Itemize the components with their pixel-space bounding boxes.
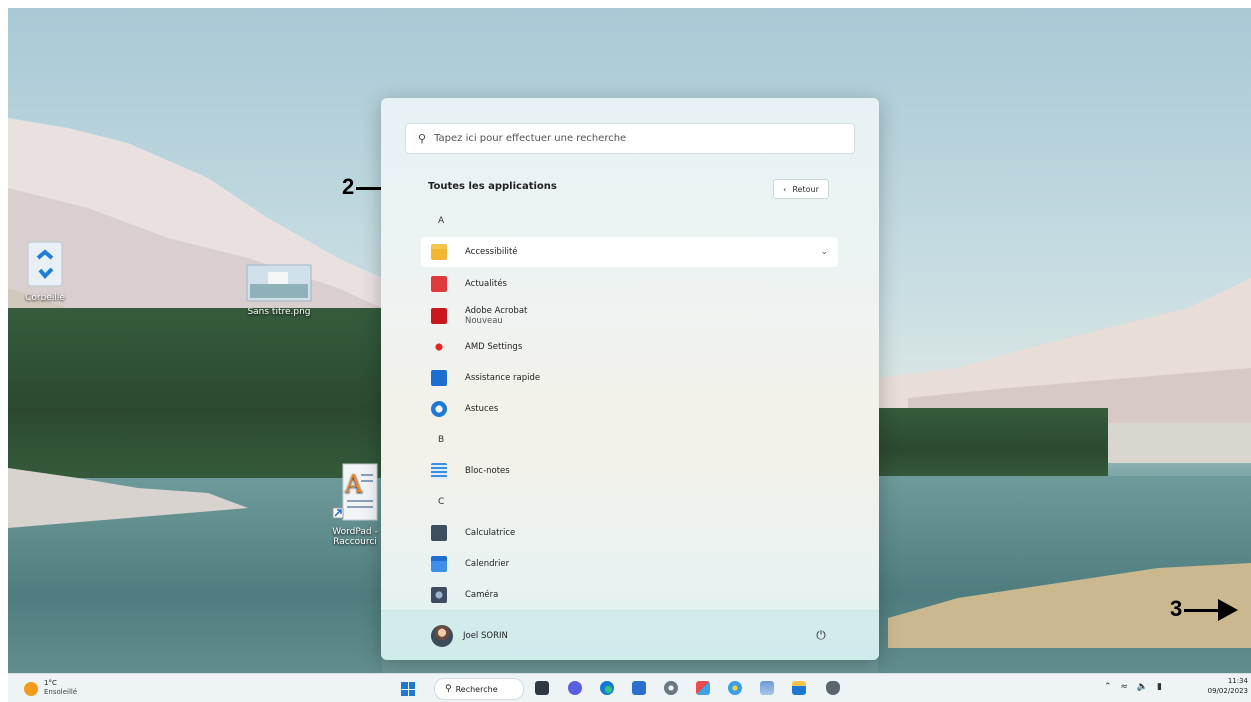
app-title: Adobe Acrobat xyxy=(465,306,528,316)
news-icon xyxy=(431,276,447,292)
app-name: Astuces xyxy=(465,404,499,414)
wifi-icon[interactable]: ≈ xyxy=(1120,682,1131,692)
recycle-bin-icon xyxy=(27,241,63,287)
app-item-bloc-notes[interactable]: Bloc-notes xyxy=(421,456,838,486)
app-subtitle: Nouveau xyxy=(465,316,503,326)
weather-temp[interactable]: 1°C xyxy=(44,679,57,687)
search-label: Recherche xyxy=(455,684,498,694)
camera-icon xyxy=(431,587,447,603)
tips-icon xyxy=(431,401,447,417)
search-icon: ⚲ xyxy=(418,132,427,145)
app-name: Calculatrice xyxy=(465,528,516,538)
app-name: Adobe Acrobat Nouveau xyxy=(465,306,527,326)
file-explorer-icon[interactable] xyxy=(792,681,806,695)
chevron-left-icon: ‹ xyxy=(783,184,787,194)
app-item-astuces[interactable]: Astuces xyxy=(421,394,838,424)
power-icon[interactable]: ⏻ xyxy=(813,627,829,643)
app-name: Assistance rapide xyxy=(465,373,541,383)
section-letter-c[interactable]: C xyxy=(438,497,444,507)
app-item-adobe-acrobat[interactable]: Adobe Acrobat Nouveau xyxy=(421,301,838,331)
volume-icon[interactable]: 🔈 xyxy=(1137,682,1151,692)
clock-time[interactable]: 11:34 xyxy=(1220,677,1248,685)
search-placeholder: Tapez ici pour effectuer une recherche xyxy=(434,133,627,144)
annotation-arrow-3: 3 xyxy=(1170,596,1239,622)
edge-browser-icon[interactable] xyxy=(600,681,614,695)
calendar-icon xyxy=(431,556,447,572)
microsoft-store-icon[interactable] xyxy=(632,681,646,695)
amd-icon xyxy=(431,339,447,355)
user-bar: Joel SORIN ⏻ xyxy=(381,610,879,660)
quick-assist-icon xyxy=(431,370,447,386)
annotation-number: 2 xyxy=(342,174,355,199)
weather-desc[interactable]: Ensoleillé xyxy=(44,688,77,696)
chevron-up-icon[interactable]: ⌃ xyxy=(1104,682,1115,692)
desktop-icon-label: Sans titre.png xyxy=(247,307,311,317)
start-search-input[interactable]: ⚲ Tapez ici pour effectuer une recherche xyxy=(405,123,855,154)
app-name: AMD Settings xyxy=(465,342,523,352)
app-item-camera[interactable]: Caméra xyxy=(421,580,838,610)
app-item-assistance-rapide[interactable]: Assistance rapide xyxy=(421,363,838,393)
desktop-icon-png[interactable]: Sans titre.png xyxy=(244,264,314,317)
app-name: Accessibilité xyxy=(465,247,518,257)
svg-text:A: A xyxy=(344,470,363,498)
app-item-calendrier[interactable]: Calendrier xyxy=(421,549,838,579)
desktop-icon-label: Corbeille xyxy=(25,293,65,303)
section-letter-a[interactable]: A xyxy=(438,216,444,226)
calculator-icon xyxy=(431,525,447,541)
annotation-number: 3 xyxy=(1170,596,1183,621)
folder-icon xyxy=(431,244,447,260)
wordpad-icon: A xyxy=(332,463,378,521)
system-tray[interactable]: ⌃ ≈ 🔈 ▮ xyxy=(1104,682,1165,692)
app-name: Bloc-notes xyxy=(465,466,510,476)
start-menu: ⚲ Tapez ici pour effectuer une recherche… xyxy=(381,98,879,660)
battery-icon[interactable]: ▮ xyxy=(1157,682,1165,692)
taskbar-search-button[interactable]: ⚲ Recherche xyxy=(434,678,524,700)
search-icon: ⚲ xyxy=(445,684,452,694)
app-item-amd-settings[interactable]: AMD Settings xyxy=(421,332,838,362)
notepad-icon xyxy=(431,463,447,479)
desktop-icon-label: WordPad - Raccourci xyxy=(332,527,378,547)
app-item-calculatrice[interactable]: Calculatrice xyxy=(421,518,838,548)
teams-chat-icon[interactable] xyxy=(568,681,582,695)
taskbar: 1°C Ensoleillé ⚲ Recherche ⌃ ≈ 🔈 ▮ 11:34… xyxy=(8,673,1251,702)
section-letter-b[interactable]: B xyxy=(438,435,444,445)
back-label: Retour xyxy=(792,184,819,194)
snipping-tool-icon[interactable] xyxy=(696,681,710,695)
sun-icon[interactable] xyxy=(24,682,38,696)
user-name[interactable]: Joel SORIN xyxy=(463,631,508,641)
app-name: Actualités xyxy=(465,279,507,289)
clock-date[interactable]: 09/02/2023 xyxy=(1188,687,1248,695)
all-apps-title: Toutes les applications xyxy=(428,181,557,192)
app-item-actualites[interactable]: Actualités xyxy=(421,269,838,299)
paint-icon[interactable] xyxy=(728,681,742,695)
image-file-icon xyxy=(246,264,312,302)
app-name: Caméra xyxy=(465,590,499,600)
task-view-icon[interactable] xyxy=(535,681,549,695)
avatar[interactable] xyxy=(431,625,453,647)
app-name: Calendrier xyxy=(465,559,510,569)
photos-icon[interactable] xyxy=(760,681,774,695)
back-button[interactable]: ‹ Retour xyxy=(773,179,829,199)
windows-start-button[interactable] xyxy=(401,682,415,696)
chevron-down-icon[interactable]: ⌄ xyxy=(820,247,828,257)
app-item-accessibilite[interactable]: Accessibilité ⌄ xyxy=(421,237,838,267)
settings-gear-icon[interactable] xyxy=(664,681,678,695)
apple-icon[interactable] xyxy=(826,681,840,695)
desktop-icon-wordpad[interactable]: A WordPad - Raccourci xyxy=(320,462,390,547)
desktop-icon-recycle-bin[interactable]: Corbeille xyxy=(10,238,80,303)
acrobat-icon xyxy=(431,308,447,324)
